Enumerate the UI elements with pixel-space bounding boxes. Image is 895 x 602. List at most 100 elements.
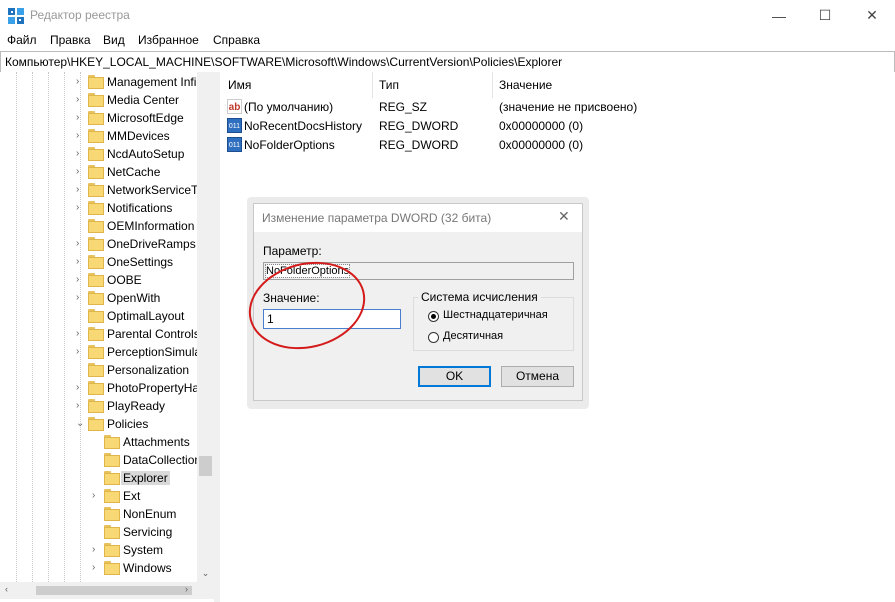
param-label: Параметр: [263, 244, 322, 258]
folder-icon [104, 561, 120, 575]
tree-item-label[interactable]: OneDriveRamps [107, 237, 196, 251]
tree-item-label[interactable]: Policies [107, 417, 148, 431]
tree-item-label[interactable]: Parental Controls [107, 327, 200, 341]
chevron-right-icon [92, 527, 102, 537]
dialog-title-bar[interactable]: Изменение параметра DWORD (32 бита) ✕ [254, 204, 582, 232]
close-window-button[interactable]: ✕ [849, 0, 895, 31]
chevron-right-icon [76, 221, 86, 231]
folder-icon [88, 255, 104, 269]
tree-hscroll-thumb[interactable] [36, 586, 192, 595]
maximize-button[interactable]: ☐ [802, 0, 848, 31]
folder-icon [88, 147, 104, 161]
chevron-right-icon[interactable]: › [76, 383, 86, 393]
tree-item-label[interactable]: PhotoPropertyHa [107, 381, 199, 395]
folder-icon [88, 309, 104, 323]
folder-icon [88, 273, 104, 287]
folder-icon [88, 345, 104, 359]
menu-favorites[interactable]: Избранное [138, 33, 199, 47]
menu-edit[interactable]: Правка [50, 33, 91, 47]
chevron-right-icon[interactable]: › [76, 167, 86, 177]
chevron-right-icon[interactable]: › [76, 401, 86, 411]
chevron-right-icon[interactable]: › [76, 185, 86, 195]
chevron-right-icon[interactable]: › [76, 257, 86, 267]
tree-item-label[interactable]: DataCollection [123, 453, 201, 467]
close-icon[interactable]: ✕ [558, 208, 570, 225]
tree-item-label[interactable]: Personalization [107, 363, 189, 377]
column-separator[interactable] [372, 72, 373, 98]
column-separator[interactable] [492, 72, 493, 98]
chevron-right-icon[interactable]: › [76, 347, 86, 357]
menu-help[interactable]: Справка [213, 33, 260, 47]
tree-item-label[interactable]: Attachments [123, 435, 190, 449]
radio-hex-indicator[interactable] [428, 311, 439, 322]
folder-icon [88, 399, 104, 413]
chevron-right-icon[interactable]: › [76, 329, 86, 339]
tree-item-label[interactable]: NcdAutoSetup [107, 147, 184, 161]
folder-icon [104, 471, 120, 485]
cancel-button[interactable]: Отмена [501, 366, 574, 387]
menu-view[interactable]: Вид [103, 33, 125, 47]
value-row[interactable]: 011 NoFolderOptions REG_DWORD 0x00000000… [220, 136, 895, 155]
chevron-right-icon[interactable]: › [76, 203, 86, 213]
registry-tree[interactable]: › Management Infi › Media Center › MicrosoftE… [0, 72, 214, 602]
tree-item-label[interactable]: Windows [123, 561, 172, 575]
menu-file[interactable]: Файл [7, 33, 37, 47]
tree-item-label[interactable]: OEMInformation [107, 219, 194, 233]
tree-item-label[interactable]: Explorer [121, 471, 170, 485]
tree-item-label[interactable]: PerceptionSimula [107, 345, 201, 359]
tree-item-label[interactable]: Notifications [107, 201, 172, 215]
folder-icon [104, 489, 120, 503]
radio-dec-label[interactable]: Десятичная [443, 330, 503, 342]
tree-item-label[interactable]: MicrosoftEdge [107, 111, 184, 125]
tree-item-label[interactable]: Media Center [107, 93, 179, 107]
value-row[interactable]: 011 NoRecentDocsHistory REG_DWORD 0x0000… [220, 117, 895, 136]
chevron-right-icon[interactable]: › [76, 275, 86, 285]
value-type: REG_DWORD [379, 119, 459, 133]
address-path[interactable]: Компьютер\HKEY_LOCAL_MACHINE\SOFTWARE\Mi… [5, 55, 562, 69]
scroll-down-arrow-icon[interactable]: ⌄ [199, 568, 212, 580]
scroll-right-arrow-icon[interactable]: › [185, 584, 188, 594]
base-group-label: Система исчисления [418, 290, 541, 304]
tree-item-label[interactable]: MMDevices [107, 129, 170, 143]
tree-item-label[interactable]: OpenWith [107, 291, 160, 305]
minimize-button[interactable]: — [756, 0, 802, 31]
chevron-right-icon [92, 473, 102, 483]
scroll-left-arrow-icon[interactable]: ‹ [5, 584, 8, 594]
column-header-data[interactable]: Значение [499, 72, 552, 98]
radio-hex-label[interactable]: Шестнадцатеричная [443, 309, 548, 321]
tree-item-label[interactable]: NonEnum [123, 507, 176, 521]
tree-item-label[interactable]: Servicing [123, 525, 172, 539]
tree-item-label[interactable]: System [123, 543, 163, 557]
tree-item-label[interactable]: Management Infi [107, 75, 196, 89]
value-row[interactable]: ab (По умолчанию) REG_SZ (значение не пр… [220, 98, 895, 117]
tree-item-label[interactable]: Ext [123, 489, 140, 503]
tree-item-label[interactable]: NetworkServiceTr [107, 183, 202, 197]
chevron-right-icon[interactable]: › [76, 293, 86, 303]
chevron-right-icon[interactable]: › [92, 491, 102, 501]
tree-item-label[interactable]: OOBE [107, 273, 142, 287]
tree-item-label[interactable]: NetCache [107, 165, 160, 179]
tree-vertical-scrollbar[interactable] [197, 72, 214, 582]
column-header-type[interactable]: Тип [379, 72, 399, 98]
chevron-right-icon[interactable]: › [92, 563, 102, 573]
chevron-right-icon[interactable]: › [76, 95, 86, 105]
column-header-name[interactable]: Имя [228, 72, 251, 98]
registry-editor-icon [8, 8, 24, 24]
chevron-right-icon[interactable]: › [76, 131, 86, 141]
chevron-down-icon[interactable]: ⌄ [76, 419, 86, 429]
tree-scroll-thumb[interactable] [199, 456, 212, 476]
tree-item-label[interactable]: PlayReady [107, 399, 165, 413]
folder-icon [104, 525, 120, 539]
address-bar[interactable]: Компьютер\HKEY_LOCAL_MACHINE\SOFTWARE\Mi… [0, 51, 895, 73]
chevron-right-icon[interactable]: › [76, 239, 86, 249]
chevron-right-icon[interactable]: › [76, 149, 86, 159]
folder-icon [88, 219, 104, 233]
folder-icon [104, 507, 120, 521]
chevron-right-icon[interactable]: › [76, 77, 86, 87]
radio-dec-indicator[interactable] [428, 332, 439, 343]
tree-item-label[interactable]: OneSettings [107, 255, 173, 269]
tree-item-label[interactable]: OptimalLayout [107, 309, 184, 323]
ok-button[interactable]: OK [418, 366, 491, 387]
chevron-right-icon[interactable]: › [76, 113, 86, 123]
chevron-right-icon[interactable]: › [92, 545, 102, 555]
